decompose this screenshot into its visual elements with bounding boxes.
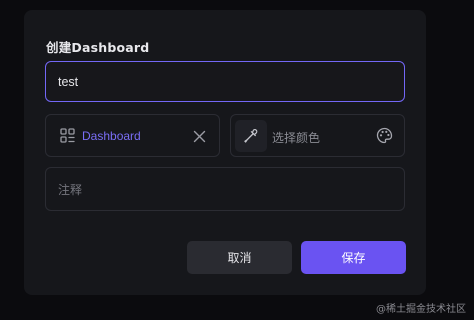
eyedropper-icon xyxy=(244,129,258,143)
close-icon[interactable] xyxy=(193,130,206,143)
type-select[interactable]: Dashboard xyxy=(45,114,220,157)
watermark: @稀土掘金技术社区 xyxy=(376,304,466,315)
grid-icon xyxy=(60,128,75,143)
create-dashboard-dialog: 创建Dashboard Dashboard 选择颜色 xyxy=(24,10,426,295)
dialog-title: 创建Dashboard xyxy=(46,40,150,55)
type-select-value: Dashboard xyxy=(82,129,141,143)
color-picker-field[interactable]: 选择颜色 xyxy=(230,114,405,157)
cancel-button[interactable]: 取消 xyxy=(187,241,292,274)
color-picker-placeholder: 选择颜色 xyxy=(272,131,321,145)
note-field[interactable] xyxy=(45,167,405,211)
eyedropper-button[interactable] xyxy=(235,120,267,152)
name-input[interactable] xyxy=(45,61,405,102)
palette-icon[interactable] xyxy=(376,127,393,144)
save-button[interactable]: 保存 xyxy=(301,241,406,274)
